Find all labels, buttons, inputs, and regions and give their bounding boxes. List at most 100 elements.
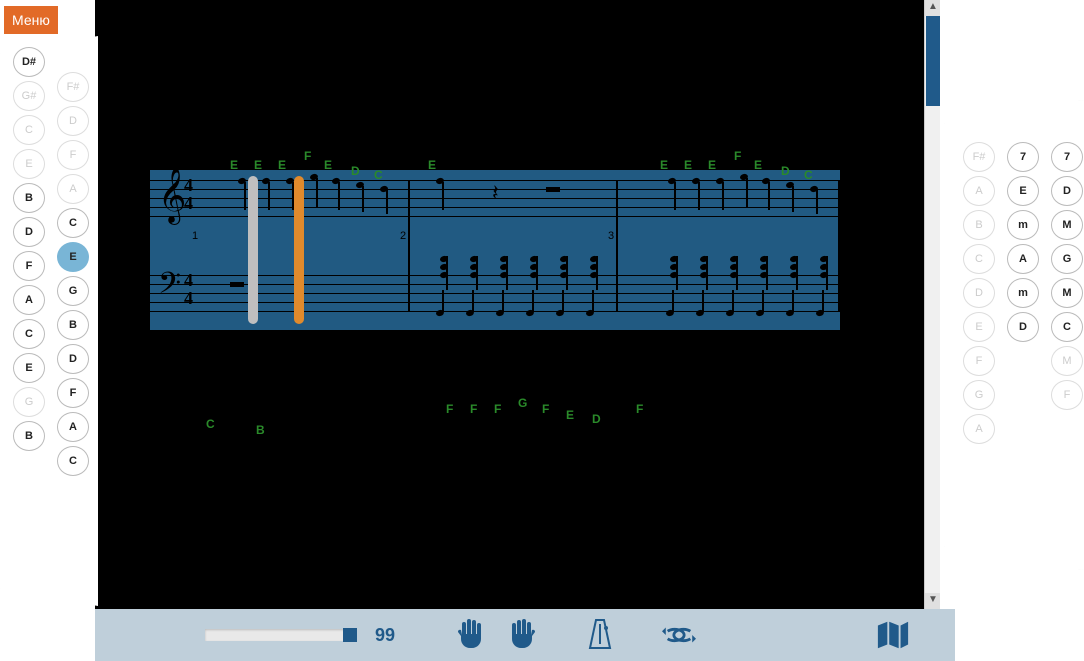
bass-clef: 𝄢: [158, 266, 181, 309]
key-button-7[interactable]: 7: [1007, 142, 1039, 172]
cursor-start[interactable]: [248, 176, 258, 324]
key-button-F[interactable]: F: [13, 251, 45, 281]
key-button-A[interactable]: A: [963, 414, 995, 444]
key-button-G[interactable]: G: [1051, 244, 1083, 274]
key-button-Dsharp[interactable]: D#: [13, 47, 45, 77]
note-label: C: [804, 168, 813, 182]
key-button-m[interactable]: m: [1007, 210, 1039, 240]
key-button-D[interactable]: D: [963, 278, 995, 308]
key-button-C[interactable]: C: [13, 319, 45, 349]
score-viewport: ▲ ▼ 𝄞 𝄢 44: [110, 0, 940, 609]
vertical-scrollbar[interactable]: ▲ ▼: [924, 0, 940, 609]
tempo-slider[interactable]: [205, 629, 355, 641]
note-label: F: [304, 149, 311, 163]
right-key-column-outer: 7DMGMCMF: [1044, 140, 1084, 412]
note-label: E: [754, 158, 762, 172]
key-button-Fsharp[interactable]: F#: [963, 142, 995, 172]
key-button-B[interactable]: B: [13, 183, 45, 213]
key-button-C[interactable]: C: [57, 208, 89, 238]
note-label: E: [660, 158, 668, 172]
map-button[interactable]: [876, 618, 910, 652]
note-label: F: [446, 402, 453, 416]
note-label: G: [518, 396, 527, 410]
key-button-M[interactable]: M: [1051, 346, 1083, 376]
note-label: D: [351, 164, 360, 178]
key-button-M[interactable]: M: [1051, 278, 1083, 308]
time-sig-treble: 44: [184, 176, 193, 212]
key-button-C[interactable]: C: [1051, 312, 1083, 342]
key-button-F[interactable]: F: [1051, 380, 1083, 410]
note-label: E: [324, 158, 332, 172]
key-button-A[interactable]: A: [963, 176, 995, 206]
note-label: F: [494, 402, 501, 416]
key-button-G[interactable]: G: [13, 387, 45, 417]
note-label: C: [374, 168, 383, 182]
rest: 𝄽: [492, 180, 499, 206]
right-key-column-inner: F#ABCDEFGA: [956, 140, 1002, 446]
note-label: F: [636, 402, 643, 416]
measure-number: 2: [400, 230, 406, 242]
measure-number: 1: [192, 230, 198, 242]
scroll-up-button[interactable]: ▲: [925, 0, 940, 16]
left-key-column-inner: F#DFACEGBDFAC: [50, 70, 96, 478]
cursor-playhead[interactable]: [294, 176, 304, 324]
key-button-D[interactable]: D: [57, 106, 89, 136]
key-button-D[interactable]: D: [1051, 176, 1083, 206]
bass-rest: [230, 282, 244, 287]
key-button-m[interactable]: m: [1007, 278, 1039, 308]
key-button-E[interactable]: E: [963, 312, 995, 342]
key-button-C[interactable]: C: [963, 244, 995, 274]
key-button-7[interactable]: 7: [1051, 142, 1083, 172]
scroll-down-button[interactable]: ▼: [925, 593, 940, 609]
key-button-F[interactable]: F: [57, 140, 89, 170]
right-hand-button[interactable]: [504, 618, 538, 652]
treble-clef: 𝄞: [158, 168, 186, 224]
bottom-toolbar: 99: [95, 609, 955, 661]
key-button-Gsharp[interactable]: G#: [13, 81, 45, 111]
key-button-E[interactable]: E: [13, 149, 45, 179]
key-button-B[interactable]: B: [13, 421, 45, 451]
tempo-slider-handle[interactable]: [343, 628, 357, 642]
note-label: E: [278, 158, 286, 172]
key-button-E[interactable]: E: [57, 242, 89, 272]
half-rest: [546, 187, 560, 192]
key-button-F[interactable]: F: [57, 378, 89, 408]
note-label: B: [256, 423, 265, 437]
key-button-M[interactable]: M: [1051, 210, 1083, 240]
measure-number: 3: [608, 230, 614, 242]
key-button-D[interactable]: D: [1007, 312, 1039, 342]
tempo-value: 99: [375, 625, 395, 646]
key-button-D[interactable]: D: [13, 217, 45, 247]
metronome-button[interactable]: [583, 618, 617, 652]
scroll-thumb[interactable]: [926, 16, 940, 106]
key-button-E[interactable]: E: [1007, 176, 1039, 206]
score-system-1: 𝄞 𝄢 44 44 𝄽: [150, 170, 840, 330]
key-button-E[interactable]: E: [13, 353, 45, 383]
note-label: F: [542, 402, 549, 416]
key-button-A[interactable]: A: [13, 285, 45, 315]
key-button-Fsharp[interactable]: F#: [57, 72, 89, 102]
key-button-G[interactable]: G: [963, 380, 995, 410]
key-button-F[interactable]: F: [963, 346, 995, 376]
loop-button[interactable]: [662, 618, 696, 652]
left-key-column-outer: D#G#CEBDFACEGB: [6, 45, 52, 453]
left-hand-button[interactable]: [455, 618, 489, 652]
note-label: C: [206, 417, 215, 431]
note-label: E: [708, 158, 716, 172]
note-label: E: [428, 158, 436, 172]
key-button-B[interactable]: B: [57, 310, 89, 340]
note-label: E: [566, 408, 574, 422]
key-button-C[interactable]: C: [57, 446, 89, 476]
time-sig-bass: 44: [184, 271, 193, 307]
key-button-B[interactable]: B: [963, 210, 995, 240]
key-button-D[interactable]: D: [57, 344, 89, 374]
menu-button[interactable]: Меню: [4, 6, 58, 34]
key-button-A[interactable]: A: [57, 174, 89, 204]
note-label: F: [734, 149, 741, 163]
key-button-C[interactable]: C: [13, 115, 45, 145]
note-label: D: [781, 164, 790, 178]
key-button-G[interactable]: G: [57, 276, 89, 306]
key-button-A[interactable]: A: [1007, 244, 1039, 274]
key-button-A[interactable]: A: [57, 412, 89, 442]
note-label: F: [470, 402, 477, 416]
